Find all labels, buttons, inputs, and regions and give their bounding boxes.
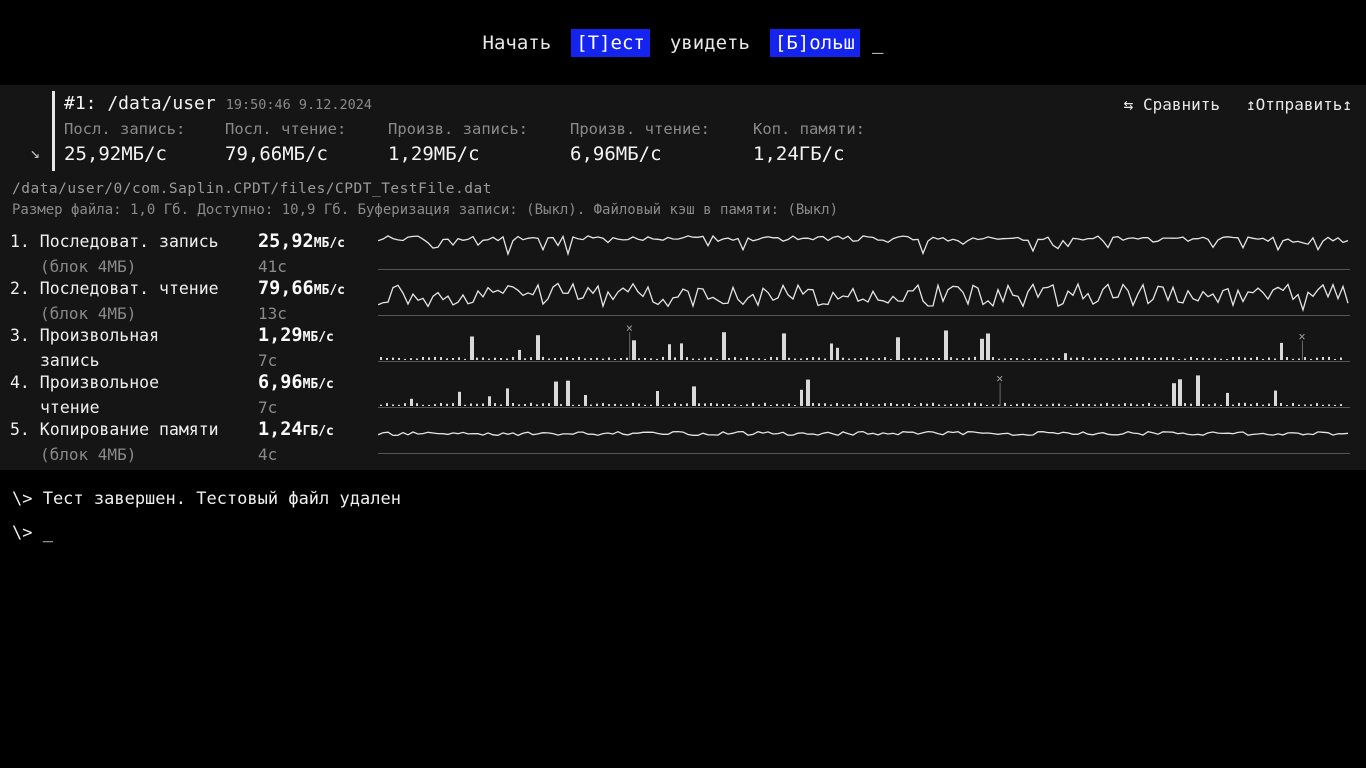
- share-icon: ↥: [1246, 95, 1256, 114]
- svg-text:×: ×: [1298, 330, 1305, 344]
- session-title: #1: /data/user: [64, 93, 216, 114]
- chart-rand-read: ×: [378, 368, 1350, 408]
- summary-stats: Посл. запись: 25,92МБ/с Посл. чтение: 79…: [0, 120, 1366, 165]
- top-menu: Начать [Т]ест увидеть [Б]ольш _: [0, 0, 1366, 85]
- console-prompt-row[interactable]: \> _: [12, 523, 1366, 543]
- stat-rand-write: Произв. запись: 1,29МБ/с: [388, 120, 570, 165]
- test-results: 1. Последоват. запись 25,92МБ/с (блок 4М…: [0, 230, 1366, 465]
- test-button[interactable]: [Т]ест: [571, 29, 650, 57]
- test-row-rand-read: 4. Произвольное 6,96МБ/с чтение 7с: [10, 371, 378, 418]
- file-info: /data/user/0/com.Saplin.CPDT/files/CPDT_…: [12, 181, 1366, 218]
- stat-seq-read: Посл. чтение: 79,66МБ/с: [225, 120, 388, 165]
- svg-text:×: ×: [626, 322, 633, 335]
- stat-seq-write: Посл. запись: 25,92МБ/с: [64, 120, 225, 165]
- test-list: 1. Последоват. запись 25,92МБ/с (блок 4М…: [0, 230, 378, 465]
- compare-label: Сравнить: [1143, 95, 1220, 114]
- stat-mem-copy: Коп. памяти: 1,24ГБ/с: [753, 120, 973, 165]
- session-timestamp: 19:50:46 9.12.2024: [226, 97, 372, 113]
- chart-rand-write: ××: [378, 322, 1350, 362]
- console-prompt: \>: [12, 523, 32, 543]
- chart-seq-read: [378, 276, 1350, 316]
- menu-cursor: _: [872, 32, 883, 54]
- share-button[interactable]: ↥Отправить↥: [1246, 95, 1352, 114]
- console-cursor: _: [43, 523, 53, 543]
- test-row-seq-write: 1. Последоват. запись 25,92МБ/с (блок 4М…: [10, 230, 378, 277]
- menu-start-label: Начать: [483, 32, 552, 54]
- menu-see-label: увидеть: [670, 32, 750, 54]
- share-icon-right: ↥: [1342, 95, 1352, 114]
- results-panel: ↘ #1: /data/user 19:50:46 9.12.2024 ⇆ Ср…: [0, 85, 1366, 470]
- compare-icon: ⇆: [1124, 95, 1134, 114]
- chart-mem-copy: [378, 414, 1350, 454]
- test-row-rand-write: 3. Произвольная 1,29МБ/с запись 7с: [10, 324, 378, 371]
- test-file-details: Размер файла: 1,0 Гб. Доступно: 10,9 Гб.…: [12, 202, 1366, 218]
- stat-rand-read: Произв. чтение: 6,96МБ/с: [570, 120, 753, 165]
- compare-button[interactable]: ⇆ Сравнить: [1124, 95, 1220, 114]
- console-message: \> Тест завершен. Тестовый файл удален: [12, 488, 1366, 510]
- console-output: \> Тест завершен. Тестовый файл удален \…: [0, 470, 1366, 768]
- charts-column: ×× ×: [378, 230, 1350, 465]
- svg-text:×: ×: [996, 372, 1003, 386]
- cpdt-app: Начать [Т]ест увидеть [Б]ольш _ ↘ #1: /d…: [0, 0, 1366, 768]
- collapse-arrow-icon[interactable]: ↘: [30, 143, 40, 163]
- chart-seq-write: [378, 230, 1350, 270]
- test-row-seq-read: 2. Последоват. чтение 79,66МБ/с (блок 4М…: [10, 277, 378, 324]
- more-button[interactable]: [Б]ольш: [770, 29, 860, 57]
- share-label: Отправить: [1256, 95, 1343, 114]
- test-file-path: /data/user/0/com.Saplin.CPDT/files/CPDT_…: [12, 181, 1366, 197]
- session-marker-bar: [52, 91, 55, 171]
- test-row-mem-copy: 5. Копирование памяти 1,24ГБ/с (блок 4МБ…: [10, 418, 378, 465]
